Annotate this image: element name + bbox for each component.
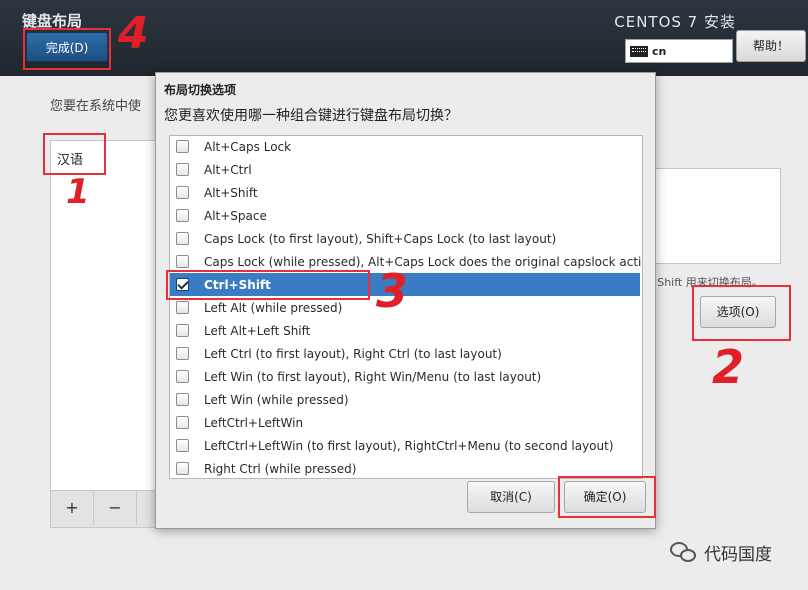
annotation-box-options (692, 285, 791, 341)
layout-toolbar: + − (50, 490, 160, 528)
annotation-box-done (23, 28, 111, 70)
annotation-box-ok (558, 476, 656, 518)
switch-option-label: Alt+Ctrl (204, 162, 252, 177)
checkbox[interactable] (176, 301, 189, 314)
annotation-number-2: 2 (712, 340, 745, 394)
switch-option-row[interactable]: Alt+Space (170, 204, 640, 227)
checkbox[interactable] (176, 186, 189, 199)
keyboard-icon (630, 45, 648, 57)
checkbox[interactable] (176, 416, 189, 429)
switch-option-row[interactable]: Alt+Caps Lock (170, 136, 640, 158)
annotation-number-4: 4 (118, 8, 149, 59)
help-button[interactable]: 帮助！ (736, 30, 806, 62)
switch-option-row[interactable]: Left Win (while pressed) (170, 388, 640, 411)
switch-option-row[interactable]: Caps Lock (to first layout), Shift+Caps … (170, 227, 640, 250)
checkbox[interactable] (176, 255, 189, 268)
annotation-box-language (43, 133, 106, 175)
annotation-number-3: 3 (376, 264, 409, 318)
switch-option-label: Left Alt+Left Shift (204, 323, 311, 338)
switch-option-label: Alt+Caps Lock (204, 139, 292, 154)
dialog-title: 布局切换选项 (164, 83, 237, 97)
switch-option-label: Alt+Space (204, 208, 267, 223)
checkbox[interactable] (176, 140, 189, 153)
keyboard-layout-code: cn (652, 44, 667, 58)
switch-option-row[interactable]: LeftCtrl+LeftWin (170, 411, 640, 434)
switch-option-label: Caps Lock (to first layout), Shift+Caps … (204, 231, 557, 246)
watermark: 代码国度 (670, 540, 772, 565)
checkbox[interactable] (176, 324, 189, 337)
checkbox[interactable] (176, 462, 189, 475)
switch-option-label: Left Ctrl (to first layout), Right Ctrl … (204, 346, 502, 361)
switch-option-label: Right Ctrl (while pressed) (204, 461, 357, 476)
switch-option-row[interactable]: Alt+Shift (170, 181, 640, 204)
switch-option-label: Caps Lock (while pressed), Alt+Caps Lock… (204, 254, 643, 269)
switch-option-row[interactable]: LeftCtrl+LeftWin (to first layout), Righ… (170, 434, 640, 457)
product-title: CENTOS 7 安装 (614, 13, 736, 31)
add-layout-button[interactable]: + (51, 491, 94, 525)
wechat-icon (670, 541, 698, 564)
checkbox[interactable] (176, 232, 189, 245)
switch-option-label: Alt+Shift (204, 185, 258, 200)
switch-option-label: Left Win (to first layout), Right Win/Me… (204, 369, 542, 384)
switch-option-row[interactable]: Left Ctrl (to first layout), Right Ctrl … (170, 342, 640, 365)
switch-option-label: LeftCtrl+LeftWin (to first layout), Righ… (204, 438, 614, 453)
checkbox[interactable] (176, 370, 189, 383)
switch-option-row[interactable]: Alt+Ctrl (170, 158, 640, 181)
switch-option-label: LeftCtrl+LeftWin (204, 415, 304, 430)
keyboard-layout-indicator[interactable]: cn (625, 39, 733, 63)
checkbox[interactable] (176, 393, 189, 406)
layout-preview-panel (648, 168, 781, 264)
checkbox[interactable] (176, 163, 189, 176)
switch-option-row[interactable]: Left Win (to first layout), Right Win/Me… (170, 365, 640, 388)
checkbox[interactable] (176, 209, 189, 222)
checkbox[interactable] (176, 439, 189, 452)
layout-prompt: 您要在系统中使 (50, 99, 142, 114)
watermark-text: 代码国度 (704, 545, 772, 565)
remove-layout-button[interactable]: − (94, 491, 137, 525)
switch-option-label: Left Win (while pressed) (204, 392, 349, 407)
switch-option-label: Left Alt (while pressed) (204, 300, 343, 315)
annotation-number-1: 1 (66, 172, 90, 212)
switch-option-row[interactable]: Left Alt+Left Shift (170, 319, 640, 342)
annotation-box-ctrl-shift (166, 270, 370, 300)
checkbox[interactable] (176, 347, 189, 360)
dialog-question: 您更喜欢使用哪一种组合键进行键盘布局切换？ (164, 108, 458, 124)
cancel-button[interactable]: 取消(C) (467, 481, 555, 513)
